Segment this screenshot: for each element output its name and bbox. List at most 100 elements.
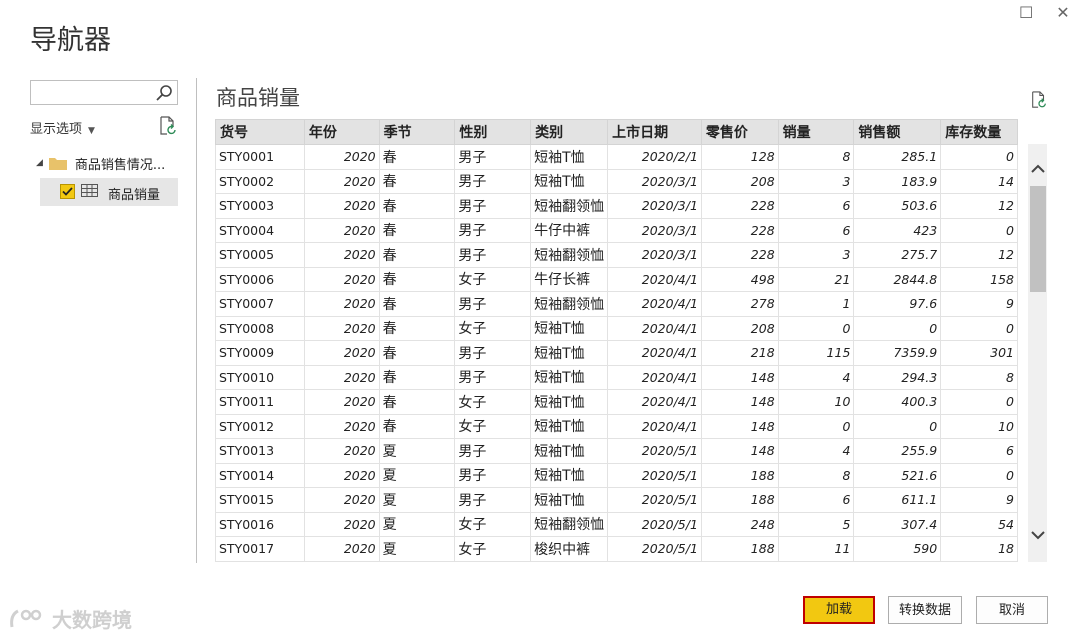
column-header[interactable]: 年份 (303, 119, 380, 145)
table-cell: STY0011 (215, 389, 305, 415)
display-options-label: 显示选项 (30, 122, 83, 137)
column-header[interactable]: 销量 (777, 119, 855, 145)
table-cell: 短袖T恤 (530, 413, 609, 439)
table-cell: 夏 (378, 462, 456, 488)
table-cell: 7359.9 (853, 340, 942, 366)
table-cell: STY0001 (215, 144, 305, 170)
table-cell: 牛仔中裤 (530, 217, 609, 243)
table-cell: 夏 (378, 511, 456, 537)
table-cell: 春 (378, 340, 456, 366)
load-button[interactable]: 加载 (803, 596, 875, 624)
table-cell: STY0004 (215, 217, 305, 243)
table-row[interactable]: STY0015 2020 夏男子 短袖T恤 2020/5/1 188 6 611.1 9 (215, 487, 1018, 513)
table-cell: 梭织中裤 (530, 536, 609, 562)
display-options-dropdown[interactable]: 显示选项 ▼ (30, 118, 95, 137)
table-cell: 男子 (454, 364, 532, 390)
table-cell: 2844.8 (853, 266, 942, 292)
table-cell: 短袖翻领恤 (530, 193, 609, 219)
table-cell: 春 (378, 315, 456, 341)
table-cell: STY0009 (215, 340, 305, 366)
table-cell: 188 (700, 462, 779, 488)
table-cell: 夏 (378, 438, 456, 464)
table-cell: 148 (700, 438, 779, 464)
table-row[interactable]: STY0014 2020 夏男子 短袖T恤 2020/5/1 188 8 521.6 0 (215, 462, 1018, 488)
table-row[interactable]: STY0011 2020 春女子 短袖T恤 2020/4/1 148 10 400.3 0 (215, 389, 1018, 415)
table-row[interactable]: STY0008 2020 春女子 短袖T恤 2020/4/1 208 0 0 0 (215, 315, 1018, 341)
chevron-down-icon: ▼ (88, 126, 95, 136)
table-cell: STY0003 (215, 193, 305, 219)
column-header[interactable]: 销售额 (853, 119, 942, 145)
table-cell: 男子 (454, 291, 532, 317)
transform-data-button[interactable]: 转换数据 (888, 596, 962, 624)
table-row[interactable]: STY0017 2020 夏女子 梭织中裤 2020/5/1 188 11 590 18 (215, 536, 1018, 562)
table-cell: 2020 (303, 389, 380, 415)
table-row[interactable]: STY0002 2020 春男子 短袖T恤 2020/3/1 208 3 183.9 14 (215, 168, 1018, 194)
table-row[interactable]: STY0006 2020 春女子 牛仔长裤 2020/4/1 498 21 2844.8 158 (215, 266, 1018, 292)
column-header[interactable]: 类别 (530, 119, 609, 145)
table-cell: 54 (940, 511, 1018, 537)
tree-item-workbook[interactable]: ◢ 商品销售情况... (36, 154, 166, 173)
table-header-row: 货号 年份 季节 性别 类别 上市日期 零售价 销量 销售额 库存数量 (215, 119, 1018, 145)
refresh-document-icon[interactable] (158, 116, 178, 136)
table-row[interactable]: STY0005 2020 春男子 短袖翻领恤 2020/3/1 228 3 275.7 12 (215, 242, 1018, 268)
column-header[interactable]: 零售价 (700, 119, 779, 145)
cancel-button[interactable]: 取消 (976, 596, 1048, 624)
table-cell: 春 (378, 217, 456, 243)
column-header[interactable]: 性别 (454, 119, 532, 145)
table-cell: 97.6 (853, 291, 942, 317)
table-cell: 短袖T恤 (530, 144, 609, 170)
search-icon[interactable] (155, 84, 173, 102)
table-cell: 3 (777, 168, 855, 194)
table-cell: STY0005 (215, 242, 305, 268)
preview-table-container[interactable]: 货号 年份 季节 性别 类别 上市日期 零售价 销量 销售额 库存数量 STY0001 2020 春男… (215, 119, 1018, 562)
tree-item-workbook-label: 商品销售情况... (74, 157, 166, 173)
table-row[interactable]: STY0001 2020 春男子 短袖T恤 2020/2/1 128 8 285.1 0 (215, 144, 1018, 170)
table-row[interactable]: STY0010 2020 春男子 短袖T恤 2020/4/1 148 4 294.3 8 (215, 364, 1018, 390)
table-cell: 男子 (454, 462, 532, 488)
column-header[interactable]: 货号 (215, 119, 305, 145)
table-row[interactable]: STY0013 2020 夏男子 短袖T恤 2020/5/1 148 4 255.9 6 (215, 438, 1018, 464)
table-cell: 218 (700, 340, 779, 366)
table-cell: 2020 (303, 144, 380, 170)
table-cell: 611.1 (853, 487, 942, 513)
scroll-up-icon[interactable] (1030, 162, 1046, 176)
search-input[interactable] (35, 82, 159, 105)
table-cell: 2020/3/1 (607, 242, 702, 268)
table-cell: 2020 (303, 315, 380, 341)
table-cell: 5 (777, 511, 855, 537)
column-header[interactable]: 库存数量 (940, 119, 1018, 145)
preview-table: 货号 年份 季节 性别 类别 上市日期 零售价 销量 销售额 库存数量 STY0001 2020 春男… (215, 119, 1018, 562)
column-header[interactable]: 上市日期 (607, 119, 702, 145)
table-cell: 2020 (303, 242, 380, 268)
checkbox-checked-icon[interactable] (60, 184, 75, 199)
table-cell: 208 (700, 315, 779, 341)
table-row[interactable]: STY0012 2020 春女子 短袖T恤 2020/4/1 148 0 0 10 (215, 413, 1018, 439)
table-cell: STY0017 (215, 536, 305, 562)
table-cell: 女子 (454, 536, 532, 562)
table-row[interactable]: STY0003 2020 春男子 短袖翻领恤 2020/3/1 228 6 503.6 12 (215, 193, 1018, 219)
refresh-preview-icon[interactable] (1030, 90, 1048, 110)
table-cell: 115 (777, 340, 855, 366)
search-box (30, 80, 178, 105)
table-row[interactable]: STY0007 2020 春男子 短袖翻领恤 2020/4/1 278 1 97.6 9 (215, 291, 1018, 317)
tree-item-sheet[interactable]: 商品销量 (40, 178, 178, 206)
table-row[interactable]: STY0016 2020 夏女子 短袖翻领恤 2020/5/1 248 5 307.4 54 (215, 511, 1018, 537)
table-cell: 0 (853, 315, 942, 341)
table-cell: 6 (777, 487, 855, 513)
column-header[interactable]: 季节 (378, 119, 456, 145)
table-row[interactable]: STY0009 2020 春男子 短袖T恤 2020/4/1 218 115 7359.9 30… (215, 340, 1018, 366)
table-cell: 2020 (303, 413, 380, 439)
expand-triangle-icon[interactable]: ◢ (36, 158, 43, 168)
table-cell: 6 (777, 217, 855, 243)
table-cell: 女子 (454, 413, 532, 439)
pane-divider[interactable] (196, 78, 197, 563)
table-cell: 12 (940, 193, 1018, 219)
scrollbar-thumb[interactable] (1030, 186, 1046, 292)
table-cell: 男子 (454, 193, 532, 219)
close-icon[interactable]: ✕ (1056, 5, 1070, 21)
table-cell: STY0016 (215, 511, 305, 537)
table-cell: 短袖T恤 (530, 340, 609, 366)
restore-icon[interactable]: ☐ (1019, 5, 1033, 21)
scroll-down-icon[interactable] (1030, 528, 1046, 542)
table-row[interactable]: STY0004 2020 春男子 牛仔中裤 2020/3/1 228 6 423 0 (215, 217, 1018, 243)
